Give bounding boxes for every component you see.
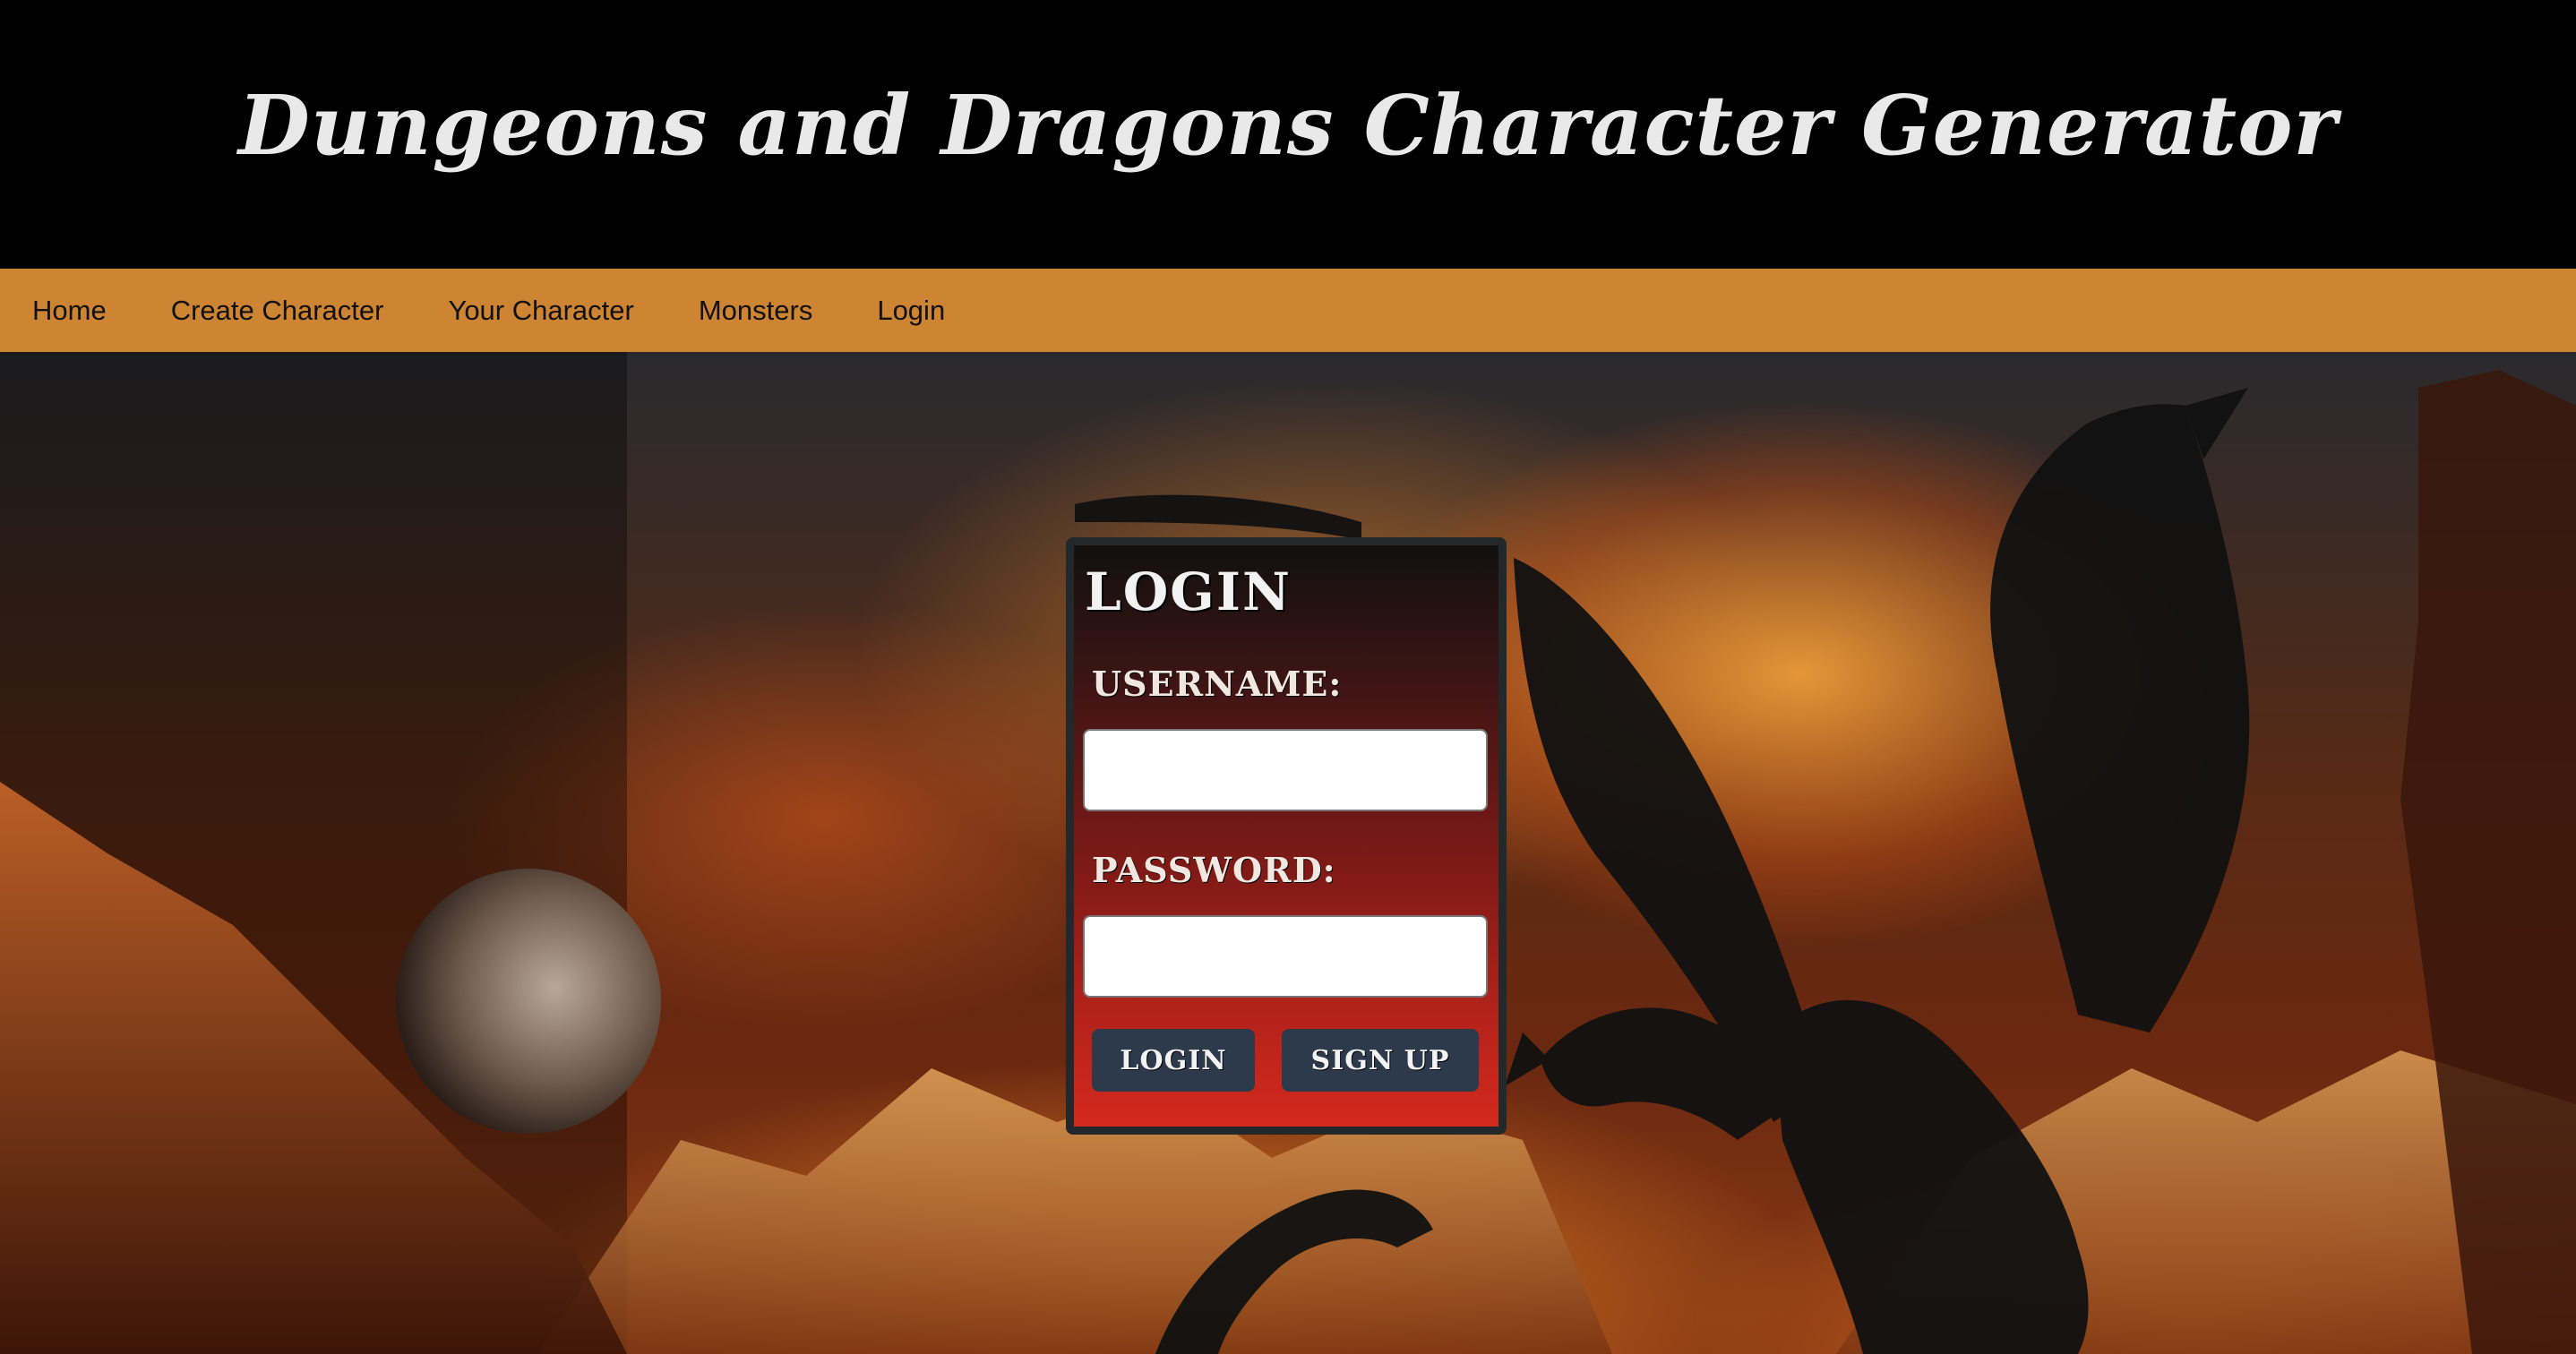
nav-bar: Home Create Character Your Character Mon… (0, 269, 2576, 352)
page: Dungeons and Dragons Character Generator… (0, 0, 2576, 1354)
login-heading: LOGIN (1085, 561, 1292, 622)
site-header: Dungeons and Dragons Character Generator (0, 0, 2576, 269)
sign-up-button[interactable]: SIGN UP (1282, 1029, 1479, 1092)
login-button[interactable]: LOGIN (1092, 1029, 1255, 1092)
username-input[interactable] (1083, 729, 1488, 811)
nav-item-home[interactable]: Home (0, 269, 139, 352)
nav-item-monsters[interactable]: Monsters (666, 269, 845, 352)
nav-item-your-character[interactable]: Your Character (416, 269, 665, 352)
password-label: PASSWORD: (1092, 850, 1336, 890)
moon (396, 869, 661, 1134)
nav-item-create-character[interactable]: Create Character (139, 269, 416, 352)
username-label: USERNAME: (1092, 664, 1343, 704)
nav-item-login[interactable]: Login (845, 269, 977, 352)
login-panel: LOGIN USERNAME: PASSWORD: LOGIN SIGN UP (1066, 537, 1507, 1135)
password-input[interactable] (1083, 915, 1488, 998)
site-title: Dungeons and Dragons Character Generator (238, 77, 2338, 174)
